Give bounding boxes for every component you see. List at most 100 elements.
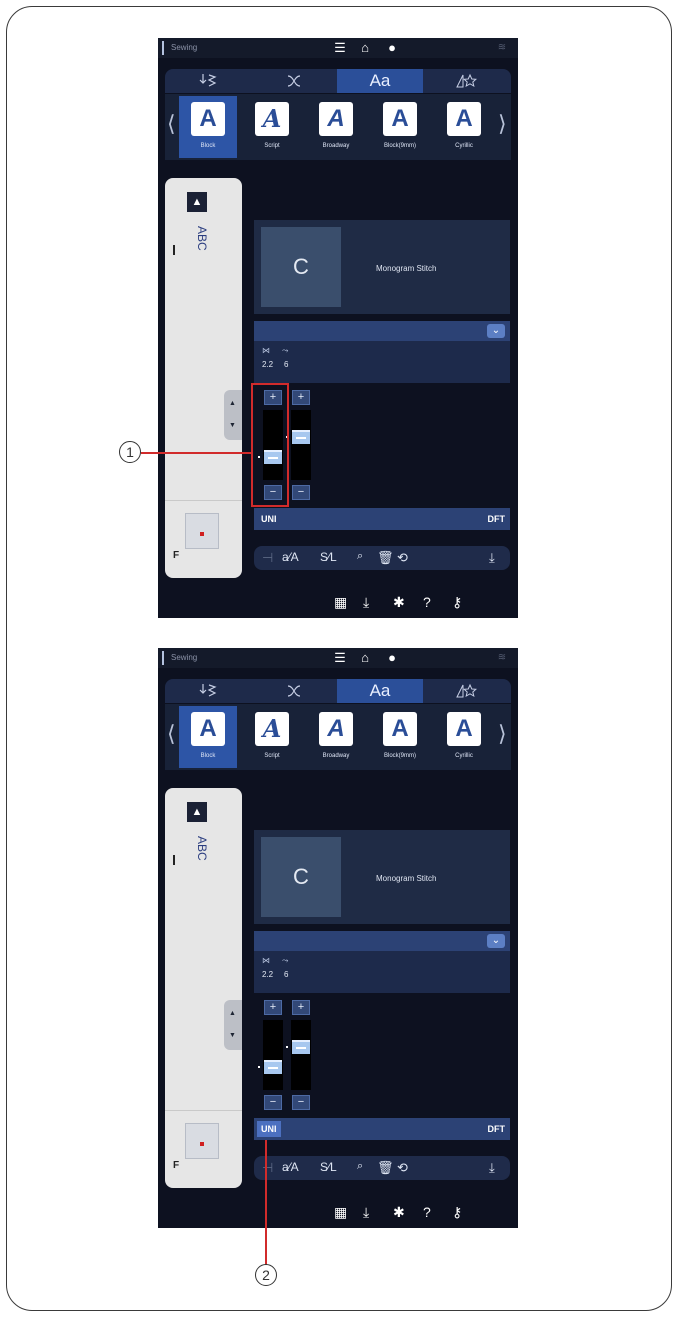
font-block9mm[interactable]: A Block(9mm) (371, 706, 429, 768)
tab-monogram[interactable]: Aa (337, 679, 423, 703)
arrange-icon[interactable]: ⟲ (397, 550, 408, 566)
length-slider-thumb[interactable] (292, 430, 310, 444)
scroll-up-icon[interactable]: ▲ (229, 400, 236, 407)
length-minus-button[interactable]: − (292, 1095, 310, 1110)
foot-label: F (173, 550, 180, 561)
tab-favorites[interactable] (423, 69, 509, 93)
edit-toolbar: ⊣ a⁄A S⁄L ⌕ 🗑 ⟲ ⤓ (254, 546, 510, 570)
file-import-icon[interactable]: ⤓ (363, 594, 369, 611)
status-indicator (162, 41, 164, 55)
key-icon[interactable]: ⚷ (452, 594, 462, 611)
menu-icon[interactable]: ☰ (333, 651, 347, 665)
pattern-grid-icon[interactable]: ▦ (334, 594, 347, 611)
kombi-icon[interactable]: ● (385, 651, 399, 665)
trash-icon[interactable]: 🗑 (377, 1160, 394, 1176)
tab-decorative[interactable] (251, 679, 337, 703)
edit-toolbar: ⊣ a⁄A S⁄L ⌕ 🗑 ⟲ ⤓ (254, 1156, 510, 1180)
prev-arrow-icon[interactable]: ⟨ (167, 112, 176, 136)
case-toggle[interactable]: a⁄A (282, 550, 299, 564)
pattern-grid-icon[interactable]: ▦ (334, 1204, 347, 1221)
length-slider[interactable] (291, 1020, 311, 1090)
chevron-down-icon[interactable]: ⌄ (487, 934, 505, 948)
file-import-icon[interactable]: ⤓ (363, 1204, 369, 1221)
font-cyrillic[interactable]: A Cyrillic (435, 96, 493, 158)
top-of-text-icon[interactable]: ▲ (187, 802, 207, 822)
scroll-up-icon[interactable]: ▲ (229, 1010, 236, 1017)
callout-1-number: 1 (119, 441, 141, 463)
next-arrow-icon[interactable]: ⟩ (498, 112, 507, 136)
width-slider[interactable] (263, 1020, 283, 1090)
settings-dropdown-bar: ⌄ (254, 931, 510, 951)
tab-utility[interactable] (165, 69, 251, 93)
arrange-icon[interactable]: ⟲ (397, 1160, 408, 1176)
length-slider-thumb[interactable] (292, 1040, 310, 1054)
size-toggle[interactable]: S⁄L (320, 1160, 337, 1174)
help-icon[interactable]: ? (423, 594, 431, 610)
font-block[interactable]: A Block (179, 96, 237, 158)
size-toggle[interactable]: S⁄L (320, 550, 337, 564)
status-title: Sewing (171, 653, 198, 662)
font-block[interactable]: A Block (179, 706, 237, 768)
cursor-scroll[interactable]: ▲ ▼ (224, 390, 242, 440)
font-block-label: Block (200, 143, 216, 149)
home-icon[interactable]: ⌂ (358, 651, 372, 665)
length-plus-button[interactable]: + (292, 390, 310, 405)
text-cursor (173, 245, 175, 255)
dft-button[interactable]: DFT (488, 1121, 506, 1137)
top-of-text-icon[interactable]: ▲ (187, 192, 207, 212)
width-value: 2.2 (262, 360, 274, 369)
utility-stitch-icon (199, 684, 217, 697)
font-broadway-label: Broadway (322, 753, 350, 759)
settings-gear-icon[interactable]: ✱ (393, 1204, 405, 1221)
tab-utility[interactable] (165, 679, 251, 703)
cursor-scroll[interactable]: ▲ ▼ (224, 1000, 242, 1050)
text-panel: ▲ ABC ▲ ▼ F (165, 788, 242, 1188)
magnify-icon[interactable]: ⌕ (357, 1160, 363, 1173)
trash-icon[interactable]: 🗑 (377, 550, 394, 566)
status-bar: Sewing ☰ ⌂ ● ≋ (158, 648, 518, 668)
prev-arrow-icon[interactable]: ⟨ (167, 722, 176, 746)
home-icon[interactable]: ⌂ (358, 41, 372, 55)
case-toggle[interactable]: a⁄A (282, 1160, 299, 1174)
length-slider[interactable] (291, 410, 311, 480)
font-block9mm[interactable]: A Block(9mm) (371, 96, 429, 158)
uni-button[interactable]: UNI (257, 1121, 281, 1137)
wifi-icon: ≋ (497, 42, 507, 53)
font-cyrillic[interactable]: A Cyrillic (435, 706, 493, 768)
status-title: Sewing (171, 43, 198, 52)
width-minus-button[interactable]: − (264, 1095, 282, 1110)
tab-decorative[interactable] (251, 69, 337, 93)
length-minus-button[interactable]: − (292, 485, 310, 500)
key-icon[interactable]: ⚷ (452, 1204, 462, 1221)
font-broadway-icon: A (319, 102, 353, 136)
width-slider-thumb[interactable] (264, 1060, 282, 1074)
scroll-down-icon[interactable]: ▼ (229, 422, 236, 429)
tab-favorites[interactable] (423, 679, 509, 703)
tab-monogram[interactable]: Aa (337, 69, 423, 93)
mirror-icon[interactable]: ⊣ (262, 1160, 273, 1176)
settings-gear-icon[interactable]: ✱ (393, 594, 405, 611)
category-tabs: Aa (165, 679, 511, 703)
length-value: 6 (284, 360, 289, 369)
mirror-icon[interactable]: ⊣ (262, 550, 273, 566)
save-icon[interactable]: ⤓ (489, 1160, 495, 1176)
kombi-icon[interactable]: ● (385, 41, 399, 55)
chevron-down-icon[interactable]: ⌄ (487, 324, 505, 338)
uni-button[interactable]: UNI (257, 511, 281, 527)
help-icon[interactable]: ? (423, 1204, 431, 1220)
length-plus-button[interactable]: + (292, 1000, 310, 1015)
magnify-icon[interactable]: ⌕ (357, 550, 363, 563)
font-script[interactable]: A Script (243, 706, 301, 768)
font-broadway[interactable]: A Broadway (307, 706, 365, 768)
font-broadway[interactable]: A Broadway (307, 96, 365, 158)
menu-icon[interactable]: ☰ (333, 41, 347, 55)
next-arrow-icon[interactable]: ⟩ (498, 722, 507, 746)
width-plus-button[interactable]: + (264, 1000, 282, 1015)
width-value: 2.2 (262, 970, 274, 979)
settings-dropdown-bar: ⌄ (254, 321, 510, 341)
font-script[interactable]: A Script (243, 96, 301, 158)
foot-label: F (173, 1160, 180, 1171)
dft-button[interactable]: DFT (488, 511, 506, 527)
scroll-down-icon[interactable]: ▼ (229, 1032, 236, 1039)
save-icon[interactable]: ⤓ (489, 550, 495, 566)
